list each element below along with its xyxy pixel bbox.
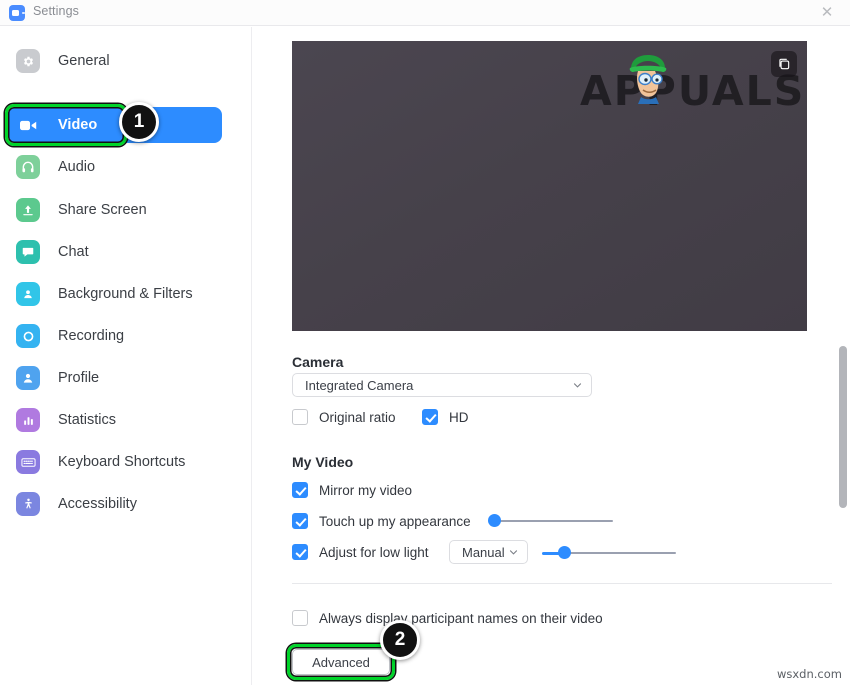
sidebar-item-label: Accessibility: [58, 496, 137, 512]
headphones-icon: [16, 155, 40, 179]
sidebar-item-statistics[interactable]: Statistics: [8, 402, 222, 438]
gear-icon: [16, 49, 40, 73]
sidebar-item-general[interactable]: General: [8, 43, 222, 79]
adjust-low-light-checkbox[interactable]: [292, 544, 308, 560]
video-camera-icon: [16, 113, 40, 137]
sidebar-item-label: General: [58, 53, 110, 69]
share-screen-icon: [16, 198, 40, 222]
accessibility-icon: [16, 492, 40, 516]
sidebar-item-label: Keyboard Shortcuts: [58, 454, 186, 470]
person-icon: [16, 366, 40, 390]
original-ratio-checkbox[interactable]: [292, 409, 308, 425]
record-circle-icon: [16, 324, 40, 348]
appuals-mascot-icon: [629, 55, 667, 104]
camera-select-value: Integrated Camera: [305, 377, 414, 393]
mirror-my-video-label: Mirror my video: [319, 482, 413, 498]
hd-row[interactable]: HD: [422, 408, 469, 426]
sidebar-item-keyboard-shortcuts[interactable]: Keyboard Shortcuts: [8, 444, 222, 480]
low-light-mode-select[interactable]: Manual: [449, 540, 528, 564]
slider-knob[interactable]: [558, 546, 571, 559]
mirror-my-video-row[interactable]: Mirror my video: [292, 481, 412, 499]
adjust-low-light-label: Adjust for low light: [319, 544, 429, 560]
chevron-down-icon: [573, 383, 582, 388]
mirror-my-video-checkbox[interactable]: [292, 482, 308, 498]
chat-bubble-icon: [16, 240, 40, 264]
bar-chart-icon: [16, 408, 40, 432]
sidebar-item-share-screen[interactable]: Share Screen: [8, 192, 222, 228]
slider-track: [497, 520, 613, 522]
window-title: Settings: [33, 4, 79, 18]
sidebar-item-label: Share Screen: [58, 202, 147, 218]
hd-checkbox[interactable]: [422, 409, 438, 425]
sidebar-item-background-filters[interactable]: Background & Filters: [8, 276, 222, 312]
settings-window: Settings ✕ General Video Audio Share Scr…: [0, 0, 850, 685]
camera-select[interactable]: Integrated Camera: [292, 373, 592, 397]
my-video-section-title: My Video: [292, 454, 354, 470]
touch-up-appearance-label: Touch up my appearance: [319, 513, 471, 529]
always-display-names-checkbox[interactable]: [292, 610, 308, 626]
advanced-button[interactable]: Advanced: [292, 649, 390, 675]
section-divider: [292, 583, 832, 584]
original-ratio-label: Original ratio: [319, 409, 396, 425]
low-light-slider[interactable]: [542, 546, 676, 560]
sidebar-item-profile[interactable]: Profile: [8, 360, 222, 396]
step-badge-1: 1: [119, 102, 159, 142]
always-display-names-label: Always display participant names on thei…: [319, 610, 603, 626]
touch-up-appearance-slider[interactable]: [488, 514, 613, 528]
keyboard-icon: [16, 450, 40, 474]
close-icon[interactable]: ✕: [812, 3, 842, 23]
hd-label: HD: [449, 409, 469, 425]
site-watermark: wsxdn.com: [776, 667, 842, 681]
sidebar-item-label: Recording: [58, 328, 125, 344]
chevron-down-icon: [509, 550, 518, 555]
sidebar-item-recording[interactable]: Recording: [8, 318, 222, 354]
slider-knob[interactable]: [488, 514, 501, 527]
always-display-names-row[interactable]: Always display participant names on thei…: [292, 609, 603, 627]
sidebar-item-label: Chat: [58, 244, 89, 260]
touch-up-appearance-row[interactable]: Touch up my appearance: [292, 512, 471, 530]
low-light-mode-value: Manual: [462, 544, 505, 560]
sidebar-item-audio[interactable]: Audio: [8, 149, 222, 185]
adjust-low-light-row[interactable]: Adjust for low light: [292, 543, 429, 561]
sidebar-item-accessibility[interactable]: Accessibility: [8, 486, 222, 522]
sidebar-item-label: Profile: [58, 370, 100, 386]
zoom-video-icon: [9, 5, 25, 21]
camera-preview: APPUALS: [292, 41, 807, 331]
scrollbar-thumb[interactable]: [839, 346, 847, 508]
content-scrollbar[interactable]: [839, 327, 847, 682]
title-bar: Settings ✕: [0, 0, 850, 26]
sidebar-item-chat[interactable]: Chat: [8, 234, 222, 270]
picture-in-picture-icon[interactable]: [771, 51, 797, 77]
slider-track: [564, 552, 676, 554]
step-badge-2: 2: [380, 620, 420, 660]
person-frame-icon: [16, 282, 40, 306]
camera-section-title: Camera: [292, 354, 344, 370]
original-ratio-row[interactable]: Original ratio: [292, 408, 396, 426]
sidebar-item-video[interactable]: Video: [8, 107, 222, 143]
touch-up-appearance-checkbox[interactable]: [292, 513, 308, 529]
sidebar-item-label: Background & Filters: [58, 286, 193, 302]
video-settings-panel: APPUALS Camera Integrated Camera Origina…: [253, 27, 850, 685]
sidebar-item-label: Statistics: [58, 412, 117, 428]
sidebar-item-label: Audio: [58, 159, 96, 175]
sidebar-item-label: Video: [58, 117, 98, 133]
